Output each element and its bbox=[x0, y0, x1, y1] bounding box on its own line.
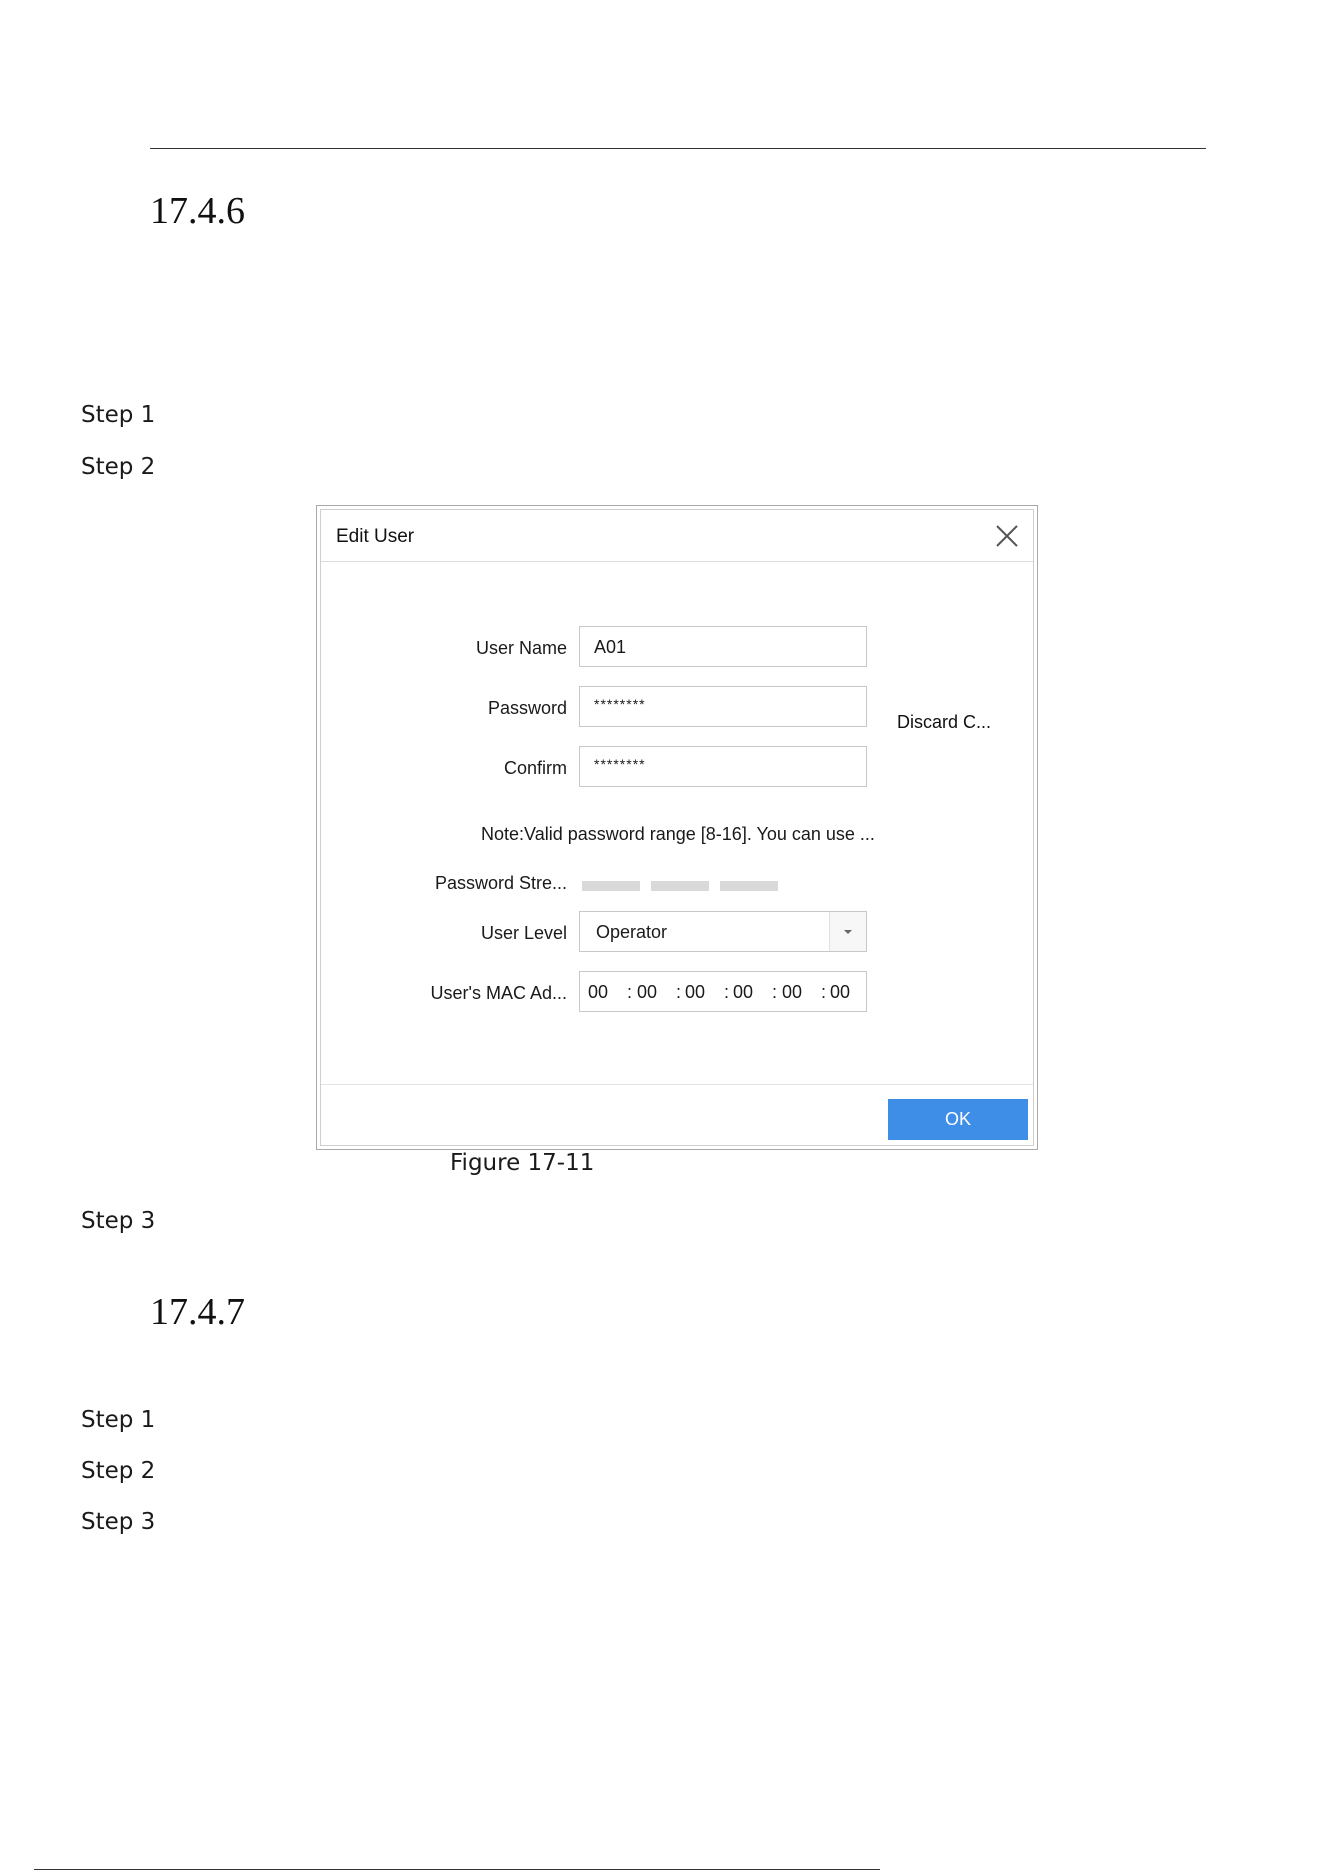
user-level-select[interactable]: Operator bbox=[579, 911, 867, 952]
user-name-input[interactable]: A01 bbox=[579, 626, 867, 667]
dialog-footer-divider bbox=[321, 1084, 1033, 1085]
dialog-title: Edit User bbox=[336, 526, 415, 547]
mac-address-label: User's MAC Ad... bbox=[430, 983, 567, 1003]
password-label: Password bbox=[487, 698, 567, 718]
mac-segment[interactable]: 00 bbox=[685, 982, 705, 1003]
user-name-value: A01 bbox=[594, 637, 627, 657]
step-label: Step 2 bbox=[81, 454, 156, 480]
dialog-header: Edit User bbox=[321, 510, 1033, 562]
mac-separator: : bbox=[724, 982, 730, 1002]
mac-separator: : bbox=[772, 982, 778, 1002]
mac-segment[interactable]: 00 bbox=[830, 982, 850, 1003]
password-strength-label: Password Stre... bbox=[434, 873, 567, 893]
step-label: Step 3 bbox=[81, 1509, 156, 1535]
dialog-frame: Edit User User Name A01 Password *******… bbox=[320, 509, 1034, 1146]
mac-separator: : bbox=[676, 982, 682, 1002]
strength-bar bbox=[582, 881, 640, 891]
user-level-label: User Level bbox=[480, 923, 567, 943]
close-icon-graphic bbox=[996, 525, 1018, 547]
step-label: Step 1 bbox=[81, 1407, 156, 1433]
mac-segment[interactable]: 00 bbox=[588, 982, 608, 1003]
edit-user-dialog: Edit User User Name A01 Password *******… bbox=[316, 505, 1038, 1150]
mac-segment[interactable]: 00 bbox=[733, 982, 753, 1003]
step-label: Step 3 bbox=[81, 1208, 156, 1234]
confirm-password-input[interactable]: ******** bbox=[579, 746, 867, 787]
confirm-mask: ******** bbox=[594, 756, 646, 772]
figure-caption: Figure 17-11 bbox=[450, 1150, 595, 1176]
header-rule bbox=[150, 148, 1206, 149]
user-level-value: Operator bbox=[596, 922, 668, 942]
strength-bar bbox=[720, 881, 778, 891]
user-name-label: User Name bbox=[475, 638, 567, 658]
step-label: Step 2 bbox=[81, 1458, 156, 1484]
ok-button[interactable]: OK bbox=[888, 1099, 1028, 1140]
footer-rule bbox=[34, 1869, 880, 1870]
password-note: Note:Valid password range [8-16]. You ca… bbox=[481, 824, 875, 844]
chevron-down-icon bbox=[844, 930, 852, 934]
password-input[interactable]: ******** bbox=[579, 686, 867, 727]
mac-segment[interactable]: 00 bbox=[782, 982, 802, 1003]
discard-changes-link[interactable]: Discard C... bbox=[897, 712, 991, 733]
confirm-label: Confirm bbox=[503, 758, 567, 778]
strength-bar bbox=[651, 881, 709, 891]
mac-segment[interactable]: 00 bbox=[637, 982, 657, 1003]
step-label: Step 1 bbox=[81, 402, 156, 428]
mac-separator: : bbox=[627, 982, 633, 1002]
section-number: 17.4.6 bbox=[150, 190, 245, 232]
dropdown-button[interactable] bbox=[829, 912, 866, 951]
mac-address-input[interactable]: 00 : 00 : 00 : 00 : 00 : 00 bbox=[579, 971, 867, 1012]
mac-separator: : bbox=[821, 982, 827, 1002]
section-number: 17.4.7 bbox=[150, 1291, 245, 1333]
close-icon[interactable] bbox=[993, 522, 1021, 550]
password-mask: ******** bbox=[594, 696, 646, 712]
